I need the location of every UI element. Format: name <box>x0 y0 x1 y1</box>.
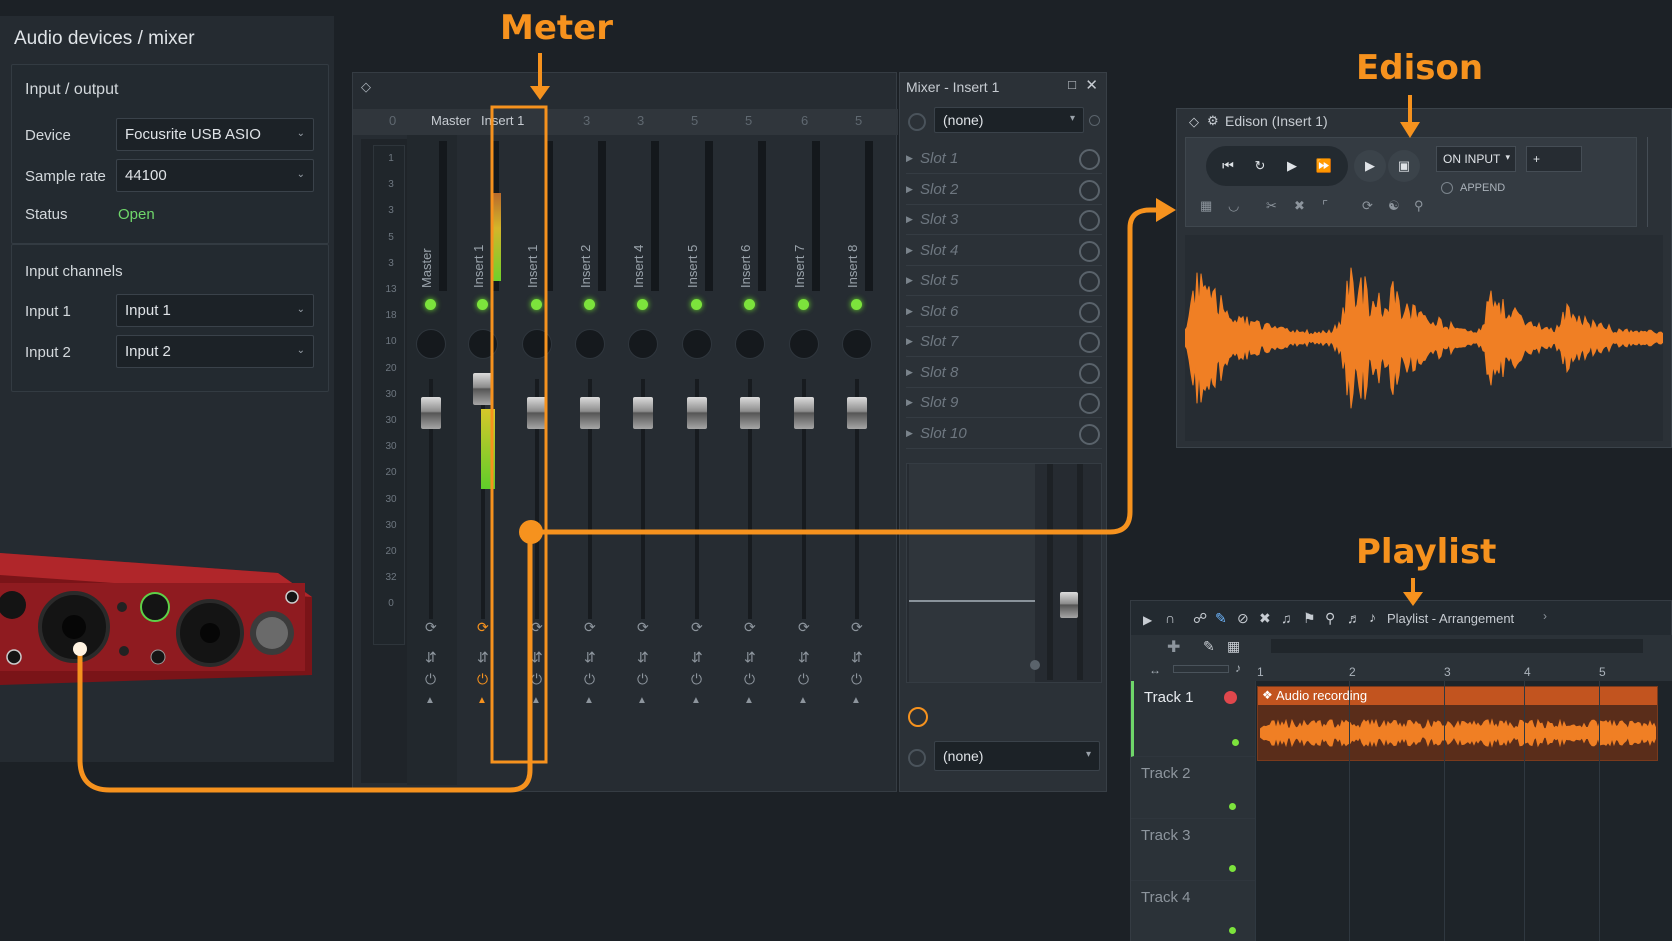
meter-connection-dot <box>519 520 543 544</box>
playlist-callout: Playlist <box>1356 532 1497 572</box>
input-cable <box>77 530 533 793</box>
edison-arrow-head <box>1400 122 1420 138</box>
meter-callout: Meter <box>500 8 613 48</box>
playlist-arrow-head <box>1403 592 1423 606</box>
meter-arrow-head <box>530 86 550 100</box>
meter-highlight-box <box>490 105 548 764</box>
annotation-overlay <box>73 53 1423 793</box>
cable-plug <box>73 642 87 656</box>
edison-cable <box>531 207 1160 535</box>
edison-cable-arrow <box>1156 198 1176 222</box>
edison-callout: Edison <box>1356 48 1484 88</box>
